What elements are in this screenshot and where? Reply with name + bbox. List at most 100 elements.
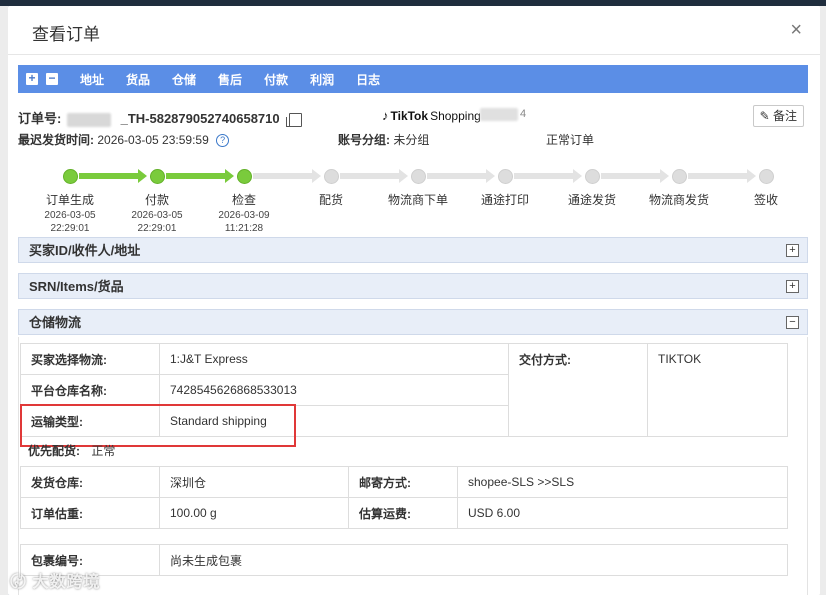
ship-warehouse-label: 发货仓库: xyxy=(20,466,160,498)
table-row: 发货仓库: 深圳仓 邮寄方式: shopee-SLS >>SLS xyxy=(20,466,788,498)
nav-item-address[interactable]: 地址 xyxy=(80,71,104,88)
empty-cell xyxy=(508,374,648,406)
panel-items-header[interactable]: SRN/Items/货品 + xyxy=(18,273,808,299)
step-dot-icon xyxy=(758,169,774,184)
freight-label: 估算运费: xyxy=(348,497,458,529)
weight-value: 100.00 g xyxy=(159,497,349,529)
step-dot-icon xyxy=(62,169,78,184)
latest-ship-time: 最迟发货时间: 2026-03-05 23:59:59 ? xyxy=(18,131,230,148)
ship-warehouse-value: 深圳仓 xyxy=(159,466,349,498)
order-info-row: 最迟发货时间: 2026-03-05 23:59:59 ? 账号分组: 未分组 … xyxy=(18,131,808,149)
step-time: 11:21:28 xyxy=(224,223,264,234)
background-page-left xyxy=(0,6,8,595)
empty-cell xyxy=(647,374,788,406)
latest-ship-value: 2026-03-05 23:59:59 xyxy=(97,133,209,147)
masked-store-tail: 4 xyxy=(520,108,527,120)
step-name: 物流商发货 xyxy=(648,193,709,207)
table-row: 平台仓库名称: 7428545626868533013 xyxy=(20,374,788,406)
progress-step: 签收 xyxy=(722,166,810,208)
close-icon[interactable]: × xyxy=(790,20,802,40)
buyer-logistics-value: 1:J&T Express xyxy=(159,343,509,375)
dialog-title: 查看订单 xyxy=(32,25,100,44)
help-icon[interactable]: ? xyxy=(216,134,230,148)
empty-cell xyxy=(508,405,648,437)
expand-icon[interactable]: + xyxy=(786,280,799,293)
copy-icon[interactable] xyxy=(286,112,303,127)
nav-item-goods[interactable]: 货品 xyxy=(126,71,150,88)
dialog-header: 查看订单 × xyxy=(8,6,820,55)
step-name: 配货 xyxy=(318,193,343,207)
nav-item-after-sales[interactable]: 售后 xyxy=(218,71,242,88)
order-number-value: _TH-582879052740658710 xyxy=(120,111,280,126)
tiktok-note-icon: ♪ xyxy=(382,108,389,123)
empty-cell xyxy=(647,405,788,437)
priority-allocation: 优先配货: 正常 xyxy=(28,442,115,459)
expand-icon[interactable]: + xyxy=(786,244,799,257)
step-dot-icon xyxy=(497,169,513,184)
package-table: 包裹编号: 尚未生成包裹 xyxy=(20,544,788,576)
remark-button-label: 备注 xyxy=(772,109,797,123)
masked-store-prefix xyxy=(66,112,111,127)
step-name: 物流商下单 xyxy=(387,193,448,207)
step-name: 订单生成 xyxy=(45,193,94,207)
watermark-icon: 〄 xyxy=(10,574,33,591)
expand-all-button[interactable]: + xyxy=(26,72,38,85)
step-dot-icon xyxy=(323,169,339,184)
step-time: 22:29:01 xyxy=(137,223,177,234)
priority-label: 优先配货: xyxy=(28,444,80,458)
shipping-type-highlight xyxy=(20,404,296,447)
panel-items-title: SRN/Items/货品 xyxy=(29,279,124,294)
order-number: 订单号: _TH-582879052740658710 xyxy=(18,108,303,127)
watermark-text: 大数跨境 xyxy=(32,574,101,591)
platform-logo: ♪ TikTok Shopping xyxy=(382,108,481,123)
delivery-method-label: 交付方式: xyxy=(508,343,648,375)
platform-warehouse-value: 7428545626868533013 xyxy=(159,374,509,406)
section-nav-toolbar: + − 地址 货品 仓储 售后 付款 利润 日志 xyxy=(18,65,808,93)
step-date: 2026-03-05 xyxy=(131,210,183,221)
account-group-value: 未分组 xyxy=(393,133,430,147)
step-dot-icon xyxy=(584,169,600,184)
order-progress-tracker: 订单生成 2026-03-05 22:29:01 付款 2026-03-05 22:29:… xyxy=(18,166,808,236)
step-name: 付款 xyxy=(144,193,169,207)
account-group: 账号分组: 未分组 xyxy=(338,131,429,148)
panel-warehouse-header[interactable]: 仓储物流 − xyxy=(18,309,808,335)
package-value: 尚未生成包裹 xyxy=(159,544,788,576)
latest-ship-label: 最迟发货时间: xyxy=(18,133,94,147)
masked-store-name xyxy=(480,108,518,121)
remark-button[interactable]: ✎ 备注 xyxy=(752,105,804,127)
step-name: 检查 xyxy=(231,193,256,207)
mail-method-value: shopee-SLS >>SLS xyxy=(457,466,788,498)
shipping-table: 发货仓库: 深圳仓 邮寄方式: shopee-SLS >>SLS 订单估重: 1… xyxy=(20,466,788,529)
pencil-icon: ✎ xyxy=(759,109,770,123)
platform-warehouse-label: 平台仓库名称: xyxy=(20,374,160,406)
table-row: 买家选择物流: 1:J&T Express 交付方式: TIKTOK xyxy=(20,343,788,375)
table-row: 订单估重: 100.00 g 估算运费: USD 6.00 xyxy=(20,497,788,529)
step-name: 通途打印 xyxy=(480,193,529,207)
order-view-dialog: 查看订单 × + − 地址 货品 仓储 售后 付款 利润 日志 订单号: _TH… xyxy=(8,6,820,595)
step-name: 签收 xyxy=(753,193,778,207)
nav-item-warehouse[interactable]: 仓储 xyxy=(172,71,196,88)
priority-value: 正常 xyxy=(91,444,116,458)
order-status: 正常订单 xyxy=(546,133,595,147)
panel-buyer-header[interactable]: 买家ID/收件人/地址 + xyxy=(18,237,808,263)
step-dot-icon xyxy=(236,169,252,184)
account-group-label: 账号分组: xyxy=(338,133,390,147)
nav-item-profit[interactable]: 利润 xyxy=(310,71,334,88)
delivery-method-value: TIKTOK xyxy=(647,343,788,375)
panel-warehouse-title: 仓储物流 xyxy=(29,315,82,330)
table-row: 包裹编号: 尚未生成包裹 xyxy=(20,544,788,576)
weight-label: 订单估重: xyxy=(20,497,160,529)
step-date: 2026-03-05 xyxy=(44,210,96,221)
mail-method-label: 邮寄方式: xyxy=(348,466,458,498)
platform-name: TikTok xyxy=(390,109,429,123)
panel-buyer-title: 买家ID/收件人/地址 xyxy=(29,243,141,258)
step-dot-icon xyxy=(410,169,426,184)
watermark: 〄 大数跨境 xyxy=(10,568,100,592)
platform-suffix: Shopping xyxy=(430,109,481,123)
collapse-all-button[interactable]: − xyxy=(46,72,58,85)
step-dot-icon xyxy=(149,169,165,184)
nav-item-payment[interactable]: 付款 xyxy=(264,71,288,88)
collapse-icon[interactable]: − xyxy=(786,316,799,329)
nav-item-log[interactable]: 日志 xyxy=(356,71,380,88)
step-dot-icon xyxy=(671,169,687,184)
